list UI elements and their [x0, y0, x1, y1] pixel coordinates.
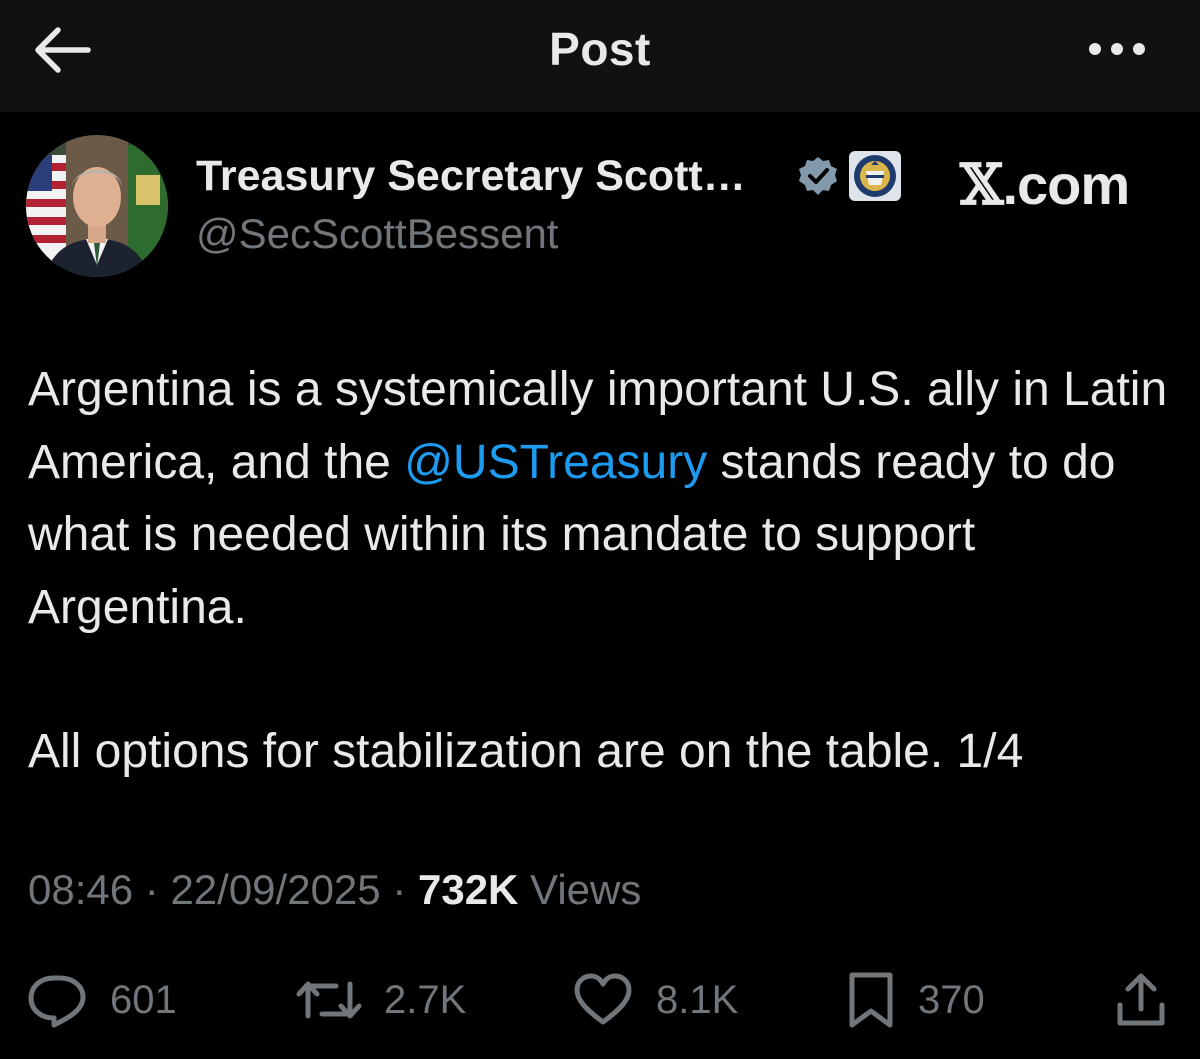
mention-link[interactable]: @USTreasury: [404, 436, 707, 489]
post-paragraph: All options for stabilization are on the…: [28, 725, 1024, 778]
watermark: 𝕏.com: [960, 152, 1130, 218]
bookmark-count: 370: [918, 977, 985, 1022]
bookmark-icon: [849, 972, 893, 1028]
reply-button[interactable]: 601: [26, 970, 177, 1030]
reply-count: 601: [110, 977, 177, 1022]
heart-icon: [574, 973, 632, 1025]
like-count: 8.1K: [656, 977, 739, 1022]
more-options-button[interactable]: [1084, 34, 1150, 64]
author-handle[interactable]: @SecScottBessent: [196, 210, 558, 258]
views-label: Views: [518, 866, 642, 913]
post-paragraph: Argentina is a systemically important U.…: [28, 354, 1188, 644]
repost-count: 2.7K: [384, 977, 467, 1022]
share-icon: [1117, 973, 1165, 1026]
views-count: 732K: [417, 866, 519, 913]
reply-icon: [28, 975, 86, 1028]
post-meta: 08:46 · 22/09/2025 · 732K Views: [28, 866, 641, 914]
post-date[interactable]: 22/09/2025: [170, 866, 380, 913]
repost-button[interactable]: 2.7K: [296, 970, 466, 1030]
x-logo: 𝕏: [960, 152, 1003, 218]
repost-icon: [296, 981, 362, 1019]
ellipsis-icon: [1089, 43, 1145, 55]
like-button[interactable]: 8.1K: [572, 970, 738, 1030]
bookmark-button[interactable]: 370: [846, 970, 985, 1030]
action-bar: 601 2.7K 8.1K 370: [0, 960, 1200, 1040]
verified-badge-icon: [797, 155, 839, 197]
page-title: Post: [549, 23, 651, 75]
post-time[interactable]: 08:46: [28, 866, 133, 913]
meta-separator: ·: [380, 866, 418, 913]
avatar[interactable]: [26, 135, 168, 277]
top-bar: Post: [0, 0, 1200, 112]
share-button[interactable]: [1114, 970, 1168, 1030]
meta-separator: ·: [133, 866, 171, 913]
treasury-seal-icon[interactable]: [849, 151, 901, 201]
author-name[interactable]: Treasury Secretary Scott…: [196, 152, 746, 201]
watermark-domain: .com: [1002, 153, 1130, 216]
profile-photo: [26, 135, 168, 277]
post-text: Argentina is a systemically important U.…: [28, 354, 1188, 789]
